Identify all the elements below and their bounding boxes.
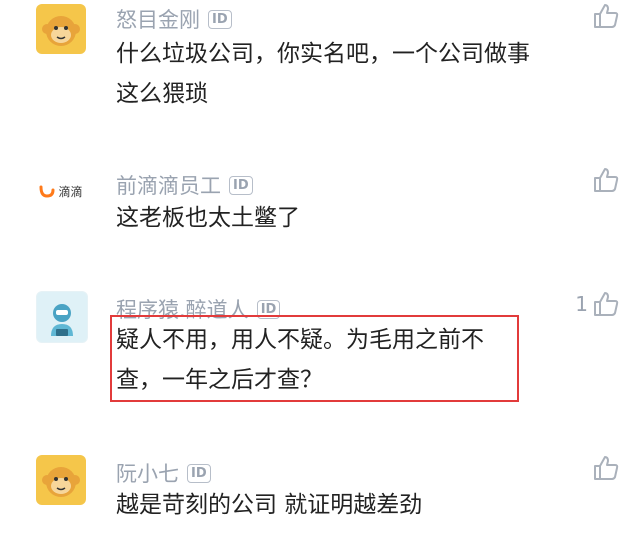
comment-text: 越是苛刻的公司 就证明越差劲 — [116, 492, 423, 518]
like-button[interactable] — [588, 2, 620, 30]
thumb-up-icon — [594, 292, 619, 316]
avatar-developer[interactable] — [36, 291, 88, 343]
thumb-up-icon — [594, 4, 619, 28]
avatar-monkey[interactable] — [36, 455, 86, 505]
avatar-label: 滴滴 — [58, 184, 83, 199]
didi-logo-icon — [39, 185, 55, 198]
like-count: 1 — [575, 292, 588, 316]
id-badge: ID — [229, 175, 253, 195]
username[interactable]: 怒目金刚 — [116, 4, 200, 34]
highlight-box — [110, 315, 519, 402]
thumb-up-icon — [594, 168, 619, 192]
username[interactable]: 前滴滴员工 — [116, 170, 221, 200]
like-button[interactable] — [588, 166, 620, 194]
comment-text: 这老板也太土鳖了 — [116, 205, 300, 231]
id-badge: ID — [208, 9, 232, 29]
like-button[interactable]: 1 — [575, 290, 620, 318]
comment-text: 什么垃圾公司，你实名吧，一个公司做事这么猥琐 — [116, 41, 530, 107]
avatar-didi[interactable]: 滴滴 — [36, 166, 86, 216]
avatar-monkey[interactable] — [36, 4, 86, 54]
thumb-up-icon — [594, 456, 619, 480]
id-badge: ID — [187, 463, 211, 483]
username[interactable]: 阮小七 — [116, 458, 179, 488]
like-button[interactable] — [588, 454, 620, 482]
